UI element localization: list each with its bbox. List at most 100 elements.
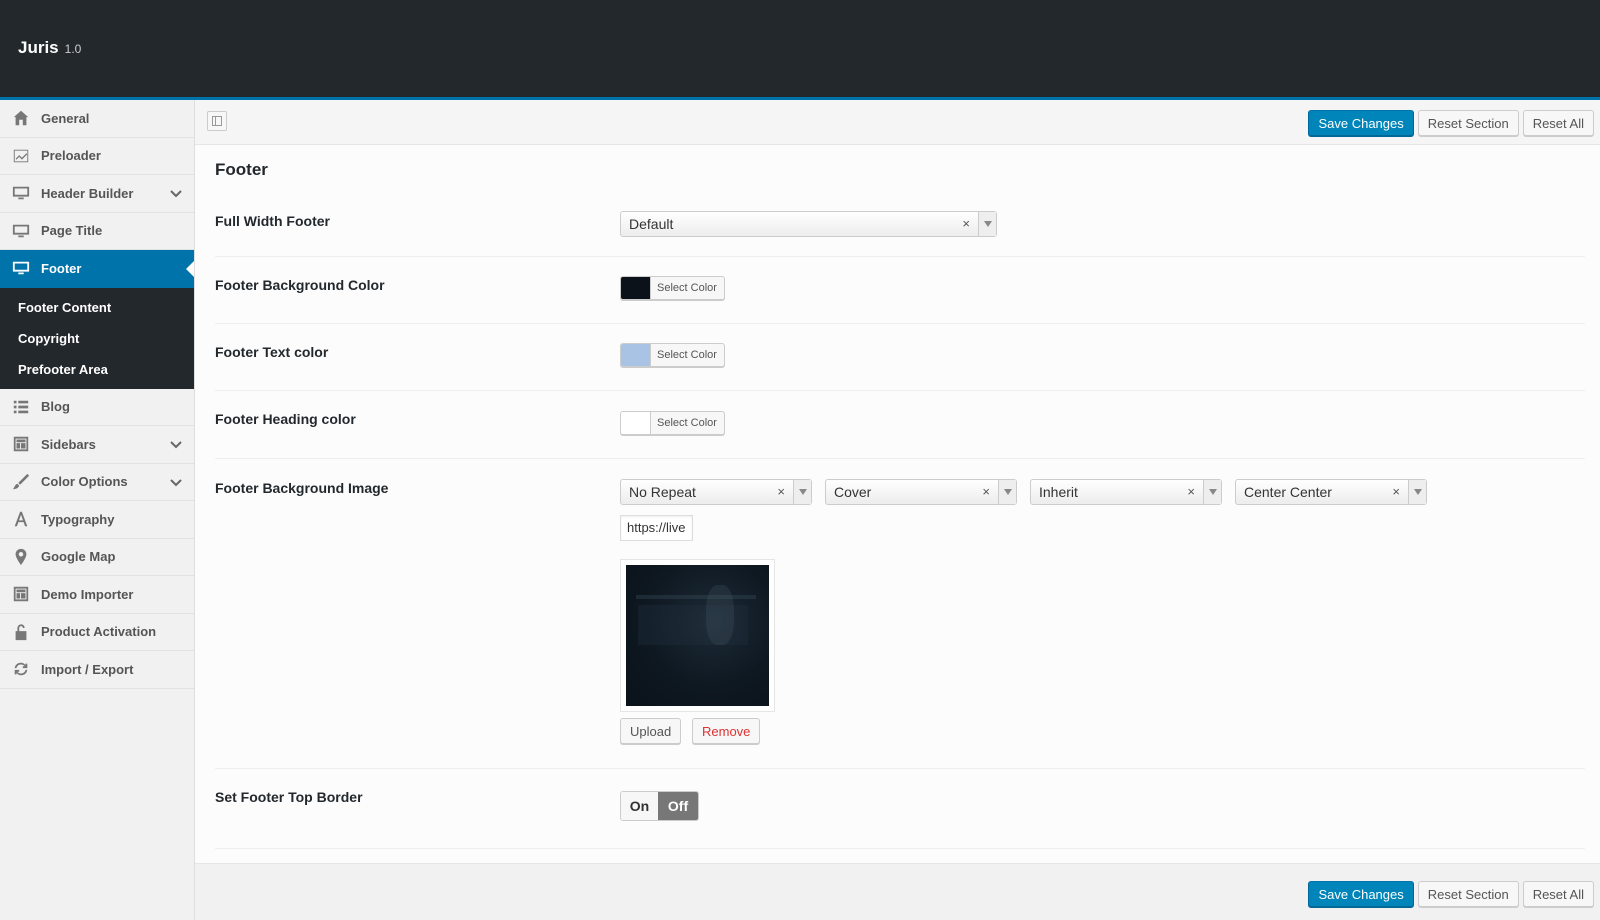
bg-image-preview [620, 559, 775, 712]
home-icon [12, 109, 30, 127]
full-width-footer-select[interactable]: Default × [620, 211, 997, 237]
refresh-icon [12, 660, 30, 678]
color-swatch [621, 344, 651, 366]
clear-icon[interactable]: × [1187, 484, 1195, 499]
reset-section-button[interactable]: Reset Section [1417, 881, 1519, 907]
save-changes-button[interactable]: Save Changes [1308, 110, 1414, 136]
toolbar-actions: Save Changes Reset Section Reset All [1308, 110, 1594, 136]
dropdown-arrow-icon[interactable] [978, 212, 996, 236]
sidebar-item-label: Page Title [41, 223, 103, 239]
sidebar-item-label: Footer [41, 260, 82, 276]
sidebar-item-footer[interactable]: Footer [0, 250, 194, 288]
monitor-icon [12, 184, 30, 202]
monitor-icon [12, 222, 30, 240]
row-footer-text-color: Footer Text color Select Color [215, 324, 1585, 391]
toggle-off[interactable]: Off [658, 792, 698, 820]
footer-top-border-toggle[interactable]: On Off [620, 791, 699, 821]
bg-image-url-input[interactable]: https://live [620, 515, 693, 541]
sidebar-item-import-export[interactable]: Import / Export [0, 651, 194, 689]
select-value: Inherit [1039, 484, 1078, 500]
sidebar-item-product-activation[interactable]: Product Activation [0, 614, 194, 651]
upload-button[interactable]: Upload [620, 718, 682, 744]
bottom-actions: Save Changes Reset Section Reset All [1308, 881, 1594, 907]
reset-all-button[interactable]: Reset All [1522, 110, 1594, 136]
select-color-label: Select Color [657, 349, 717, 361]
sidebar-item-label: Demo Importer [41, 586, 134, 602]
brush-icon [12, 473, 30, 491]
select-value: Default [629, 216, 674, 232]
dropdown-arrow-icon[interactable] [1408, 480, 1426, 504]
footer-bg-color-picker[interactable]: Select Color [620, 276, 725, 300]
chevron-down-icon[interactable] [170, 438, 182, 450]
bg-position-select[interactable]: Center Center × [1235, 479, 1427, 505]
top-header: Juris 1.0 [0, 0, 1600, 100]
bg-size-select[interactable]: Cover × [825, 479, 1017, 505]
color-swatch [621, 277, 651, 299]
chevron-down-icon[interactable] [170, 187, 182, 199]
bg-repeat-select[interactable]: No Repeat × [620, 479, 812, 505]
layout-icon [12, 435, 30, 453]
clear-icon[interactable]: × [777, 484, 785, 499]
clear-icon[interactable]: × [982, 484, 990, 499]
top-toolbar: Save Changes Reset Section Reset All [195, 100, 1600, 145]
sidebar-item-preloader[interactable]: Preloader [0, 138, 194, 175]
expand-options-button[interactable] [207, 111, 227, 131]
chevron-down-icon[interactable] [170, 476, 182, 488]
sidebar-item-sidebars[interactable]: Sidebars [0, 426, 194, 464]
sidebar-item-label: Color Options [41, 474, 128, 490]
footer-subnav: Footer Content Copyright Prefooter Area [0, 287, 194, 389]
sidebar-item-label: Preloader [41, 148, 101, 164]
section-title: Footer [215, 160, 268, 179]
bg-attachment-select[interactable]: Inherit × [1030, 479, 1222, 505]
footer-heading-color-picker[interactable]: Select Color [620, 411, 725, 435]
row-footer-bg-image: Footer Background Image No Repeat × Cove… [215, 459, 1585, 769]
subnav-item-footer-content[interactable]: Footer Content [0, 292, 194, 323]
sidebar-item-demo-importer[interactable]: Demo Importer [0, 576, 194, 614]
row-footer-bg-color: Footer Background Color Select Color [215, 257, 1585, 324]
bg-image-thumbnail [626, 565, 769, 706]
select-color-label: Select Color [657, 417, 717, 429]
toggle-on[interactable]: On [621, 792, 659, 820]
reset-section-button[interactable]: Reset Section [1417, 110, 1519, 136]
sidebar-item-blog[interactable]: Blog [0, 389, 194, 426]
dropdown-arrow-icon[interactable] [793, 480, 811, 504]
chart-icon [12, 147, 30, 165]
dropdown-arrow-icon[interactable] [1203, 480, 1221, 504]
remove-button[interactable]: Remove [692, 718, 761, 744]
subnav-item-copyright[interactable]: Copyright [0, 323, 194, 354]
subnav-item-prefooter-area[interactable]: Prefooter Area [0, 354, 194, 385]
list-icon [12, 398, 30, 416]
field-label: Full Width Footer [215, 213, 330, 229]
select-value: Center Center [1244, 484, 1332, 500]
row-full-width-footer: Full Width Footer Default × [215, 200, 1585, 257]
layout-icon [12, 585, 30, 603]
sidebar-item-header-builder[interactable]: Header Builder [0, 175, 194, 213]
sidebar-item-label: Typography [41, 511, 115, 527]
bottom-toolbar: Save Changes Reset Section Reset All [195, 863, 1600, 920]
field-label: Footer Text color [215, 344, 329, 360]
sidebar: General Preloader Header Builder Page Ti… [0, 100, 195, 920]
sidebar-item-label: Sidebars [41, 436, 96, 452]
dropdown-arrow-icon[interactable] [998, 480, 1016, 504]
select-value: Cover [834, 484, 872, 500]
sidebar-item-label: Blog [41, 399, 70, 415]
sidebar-item-label: General [41, 110, 90, 126]
field-label: Set Footer Top Border [215, 789, 363, 805]
footer-text-color-picker[interactable]: Select Color [620, 343, 725, 367]
sidebar-item-google-map[interactable]: Google Map [0, 539, 194, 576]
select-value: No Repeat [629, 484, 696, 500]
sidebar-item-general[interactable]: General [0, 100, 194, 138]
map-pin-icon [12, 548, 30, 566]
clear-icon[interactable]: × [1392, 484, 1400, 499]
brand-version: 1.0 [64, 42, 82, 56]
sidebar-item-color-options[interactable]: Color Options [0, 464, 194, 501]
main-panel: Save Changes Reset Section Reset All Foo… [195, 100, 1600, 920]
reset-all-button[interactable]: Reset All [1522, 881, 1594, 907]
sidebar-item-label: Google Map [41, 549, 116, 565]
sidebar-item-label: Import / Export [41, 661, 134, 677]
sidebar-item-page-title[interactable]: Page Title [0, 213, 194, 250]
save-changes-button[interactable]: Save Changes [1308, 881, 1414, 907]
clear-icon[interactable]: × [962, 216, 970, 231]
sidebar-item-typography[interactable]: Typography [0, 501, 194, 539]
expand-icon [212, 116, 222, 126]
